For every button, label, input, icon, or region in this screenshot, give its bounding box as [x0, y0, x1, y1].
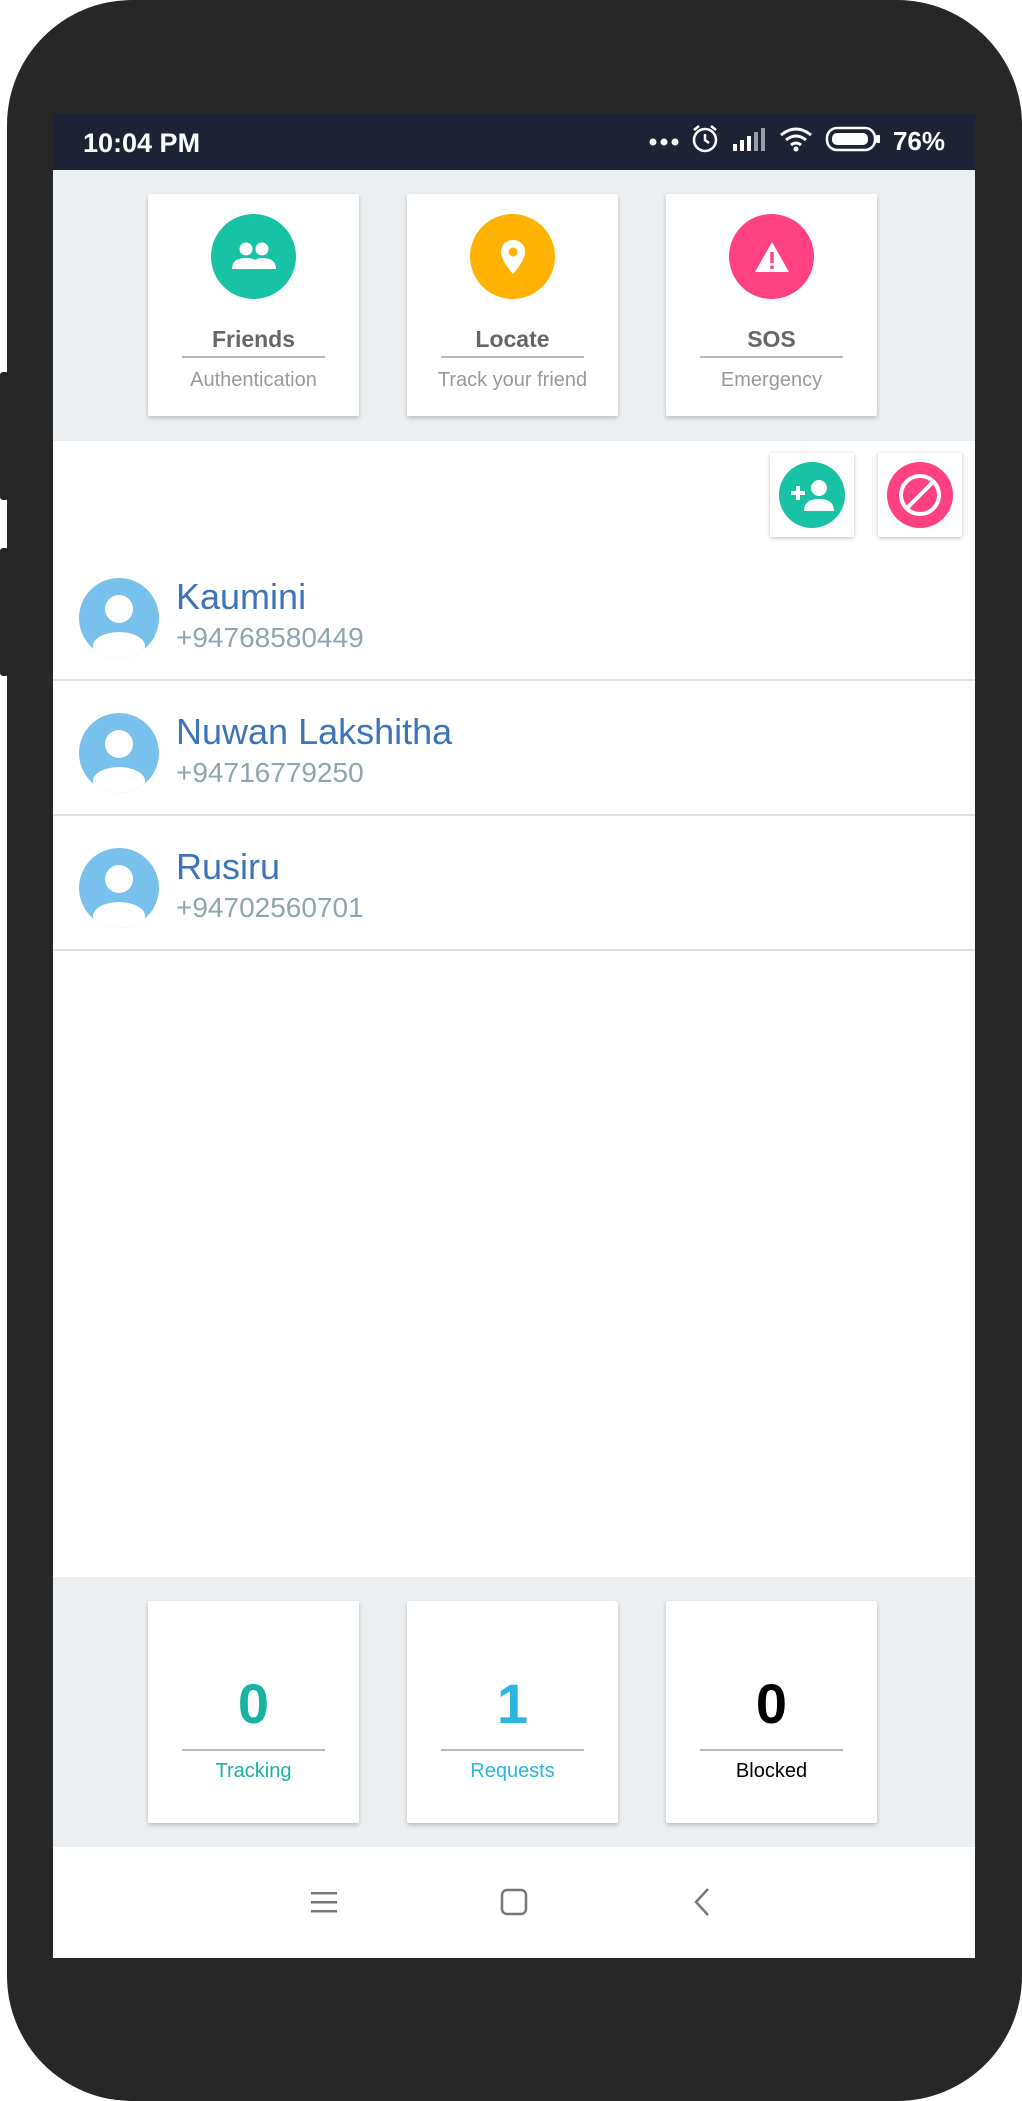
- card-divider: [700, 356, 843, 358]
- signal-icon: [731, 126, 767, 157]
- blocked-label: Blocked: [735, 1760, 808, 1782]
- battery-percent: 76%: [892, 126, 945, 156]
- location-pin-icon: [470, 214, 555, 299]
- friend-phone: +94768580449: [176, 622, 364, 653]
- locate-card-subtitle: Track your friend: [437, 369, 588, 391]
- more-dots-icon: [649, 133, 679, 151]
- status-icons: 76%: [649, 124, 945, 159]
- back-icon[interactable]: [677, 1877, 727, 1927]
- warning-icon: [729, 214, 814, 299]
- blocked-card[interactable]: 0 Blocked: [666, 1601, 877, 1823]
- add-person-icon: [779, 462, 845, 528]
- friend-name: Rusiru: [176, 846, 281, 887]
- requests-card[interactable]: 1 Requests: [407, 1601, 618, 1823]
- stats-section: 0 Tracking 1 Requests 0 Blocked: [53, 1577, 975, 1847]
- block-icon: [887, 462, 953, 528]
- card-divider: [441, 1749, 584, 1751]
- friend-phone: +94716779250: [176, 757, 364, 788]
- card-divider: [700, 1749, 843, 1751]
- wifi-icon: [779, 126, 813, 157]
- alarm-icon: [691, 124, 719, 159]
- add-friend-button[interactable]: [770, 453, 854, 537]
- card-divider: [441, 356, 584, 358]
- menu-icon[interactable]: [299, 1877, 349, 1927]
- sos-card-subtitle: Emergency: [720, 369, 823, 391]
- battery-icon: [825, 126, 881, 157]
- friend-name: Kaumini: [176, 576, 307, 617]
- tracking-label: Tracking: [215, 1760, 292, 1782]
- sos-card[interactable]: SOS Emergency: [666, 194, 877, 416]
- requests-count: 1: [496, 1672, 529, 1735]
- card-divider: [182, 1749, 325, 1751]
- list-item[interactable]: Rusiru +94702560701: [53, 816, 975, 951]
- people-icon: [211, 214, 296, 299]
- block-button[interactable]: [878, 453, 962, 537]
- status-bar: 10:04 PM 76%: [53, 114, 975, 170]
- avatar-icon: [79, 713, 159, 793]
- friends-card-title: Friends: [211, 326, 296, 352]
- friends-card[interactable]: Friends Authentication: [148, 194, 359, 416]
- blocked-count: 0: [755, 1672, 788, 1735]
- friend-phone: +94702560701: [176, 892, 364, 923]
- friend-name: Nuwan Lakshitha: [176, 711, 453, 752]
- sos-card-title: SOS: [747, 326, 796, 352]
- status-time: 10:04 PM: [83, 128, 201, 158]
- tracking-count: 0: [237, 1672, 270, 1735]
- tracking-card[interactable]: 0 Tracking: [148, 1601, 359, 1823]
- requests-label: Requests: [470, 1760, 555, 1782]
- friend-list: Kaumini +94768580449 Nuwan Lakshitha +94…: [53, 546, 975, 951]
- avatar-icon: [79, 848, 159, 928]
- locate-card[interactable]: Locate Track your friend: [407, 194, 618, 416]
- avatar-icon: [79, 578, 159, 658]
- friends-card-subtitle: Authentication: [190, 369, 317, 391]
- app-screen: 10:04 PM 76% Friends Authentication Loca…: [53, 114, 975, 1958]
- locate-card-title: Locate: [475, 326, 550, 352]
- navigation-bar: [53, 1847, 975, 1958]
- list-item[interactable]: Nuwan Lakshitha +94716779250: [53, 681, 975, 816]
- card-divider: [182, 356, 325, 358]
- list-item[interactable]: Kaumini +94768580449: [53, 546, 975, 681]
- power-button: [0, 548, 9, 676]
- home-square-icon[interactable]: [489, 1877, 539, 1927]
- top-cards-section: Friends Authentication Locate Track your…: [53, 170, 975, 441]
- volume-button: [0, 372, 9, 500]
